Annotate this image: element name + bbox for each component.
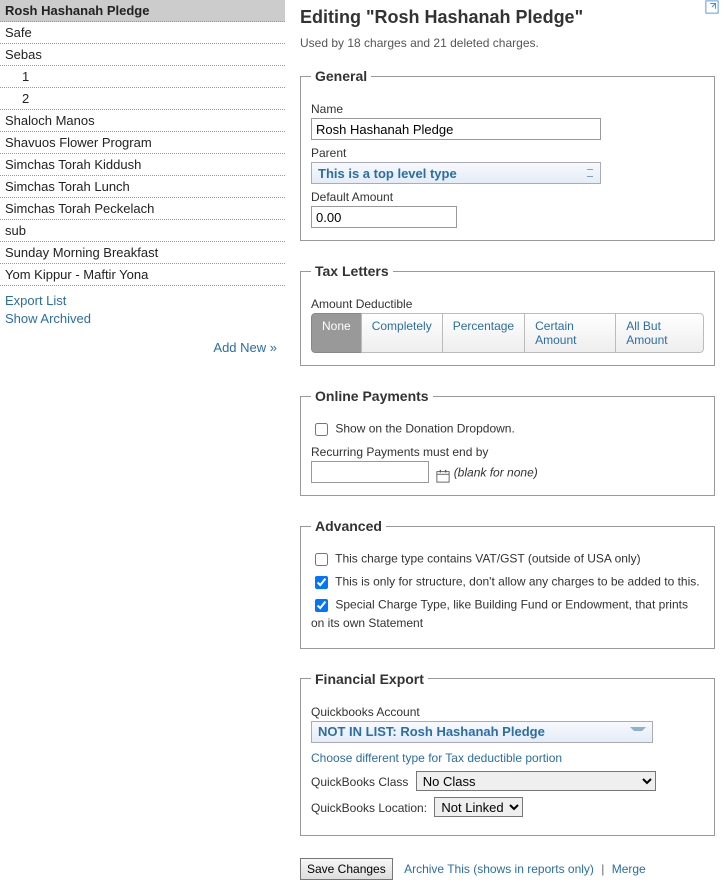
tax-letters-fieldset: Tax Letters Amount Deductible NoneComple…	[300, 263, 715, 366]
vat-label: This charge type contains VAT/GST (outsi…	[335, 552, 640, 566]
deductible-segmented: NoneCompletelyPercentageCertain AmountAl…	[311, 313, 704, 353]
qb-location-select[interactable]: Not Linked	[434, 797, 523, 817]
amount-deductible-label: Amount Deductible	[311, 297, 704, 311]
deductible-option[interactable]: None	[311, 313, 362, 353]
parent-select-value: This is a top level type	[318, 166, 457, 181]
sidebar: Rosh Hashanah PledgeSafeSebas12Shaloch M…	[0, 0, 285, 890]
export-list-link[interactable]: Export List	[5, 293, 66, 308]
name-input[interactable]	[311, 118, 601, 140]
vat-checkbox[interactable]	[315, 553, 328, 566]
recurring-end-label: Recurring Payments must end by	[311, 445, 704, 459]
structure-only-checkbox[interactable]	[315, 576, 328, 589]
sidebar-item[interactable]: sub	[0, 220, 285, 242]
choose-tax-type-link[interactable]: Choose different type for Tax deductible…	[311, 751, 704, 765]
show-archived-link[interactable]: Show Archived	[5, 311, 91, 326]
sidebar-item[interactable]: Simchas Torah Peckelach	[0, 198, 285, 220]
deductible-option[interactable]: All But Amount	[615, 313, 704, 353]
parent-select[interactable]: This is a top level type	[311, 162, 601, 184]
qb-class-label: QuickBooks Class	[311, 775, 408, 789]
sidebar-item[interactable]: Sebas	[0, 44, 285, 66]
default-amount-label: Default Amount	[311, 190, 704, 204]
usage-subtitle: Used by 18 charges and 21 deleted charge…	[300, 36, 715, 50]
online-payments-legend: Online Payments	[311, 388, 433, 404]
general-fieldset: General Name Parent This is a top level …	[300, 68, 715, 241]
deductible-option[interactable]: Percentage	[442, 313, 525, 353]
qb-class-select[interactable]: No Class	[416, 771, 656, 791]
sidebar-item[interactable]: Simchas Torah Kiddush	[0, 154, 285, 176]
advanced-legend: Advanced	[311, 518, 386, 534]
sidebar-item[interactable]: Rosh Hashanah Pledge	[0, 0, 285, 22]
page-title: Editing "Rosh Hashanah Pledge"	[300, 7, 715, 28]
sidebar-item[interactable]: Yom Kippur - Maftir Yona	[0, 264, 285, 286]
sidebar-item[interactable]: 2	[0, 88, 285, 110]
calendar-icon[interactable]	[436, 469, 450, 483]
add-new-link[interactable]: Add New »	[213, 340, 277, 355]
financial-export-legend: Financial Export	[311, 671, 428, 687]
sidebar-item[interactable]: Shaloch Manos	[0, 110, 285, 132]
online-payments-fieldset: Online Payments Show on the Donation Dro…	[300, 388, 715, 496]
action-bar: Save Changes Archive This (shows in repo…	[300, 858, 715, 880]
merge-link[interactable]: Merge	[612, 862, 646, 876]
show-donation-checkbox[interactable]	[315, 423, 328, 436]
sidebar-item[interactable]: Safe	[0, 22, 285, 44]
sidebar-item[interactable]: Sunday Morning Breakfast	[0, 242, 285, 264]
qb-account-label: Quickbooks Account	[311, 705, 704, 719]
blank-hint: (blank for none)	[454, 466, 538, 480]
deductible-option[interactable]: Completely	[361, 313, 443, 353]
archive-link[interactable]: Archive This (shows in reports only)	[404, 862, 594, 876]
show-donation-label: Show on the Donation Dropdown.	[335, 422, 514, 436]
name-label: Name	[311, 102, 704, 116]
save-button[interactable]: Save Changes	[300, 858, 393, 880]
advanced-fieldset: Advanced This charge type contains VAT/G…	[300, 518, 715, 649]
qb-account-select[interactable]: NOT IN LIST: Rosh Hashanah Pledge	[311, 721, 653, 743]
separator: |	[601, 862, 607, 876]
parent-label: Parent	[311, 146, 704, 160]
sidebar-item[interactable]: 1	[0, 66, 285, 88]
expand-icon[interactable]	[705, 0, 719, 14]
qb-location-label: QuickBooks Location:	[311, 801, 427, 815]
sidebar-item[interactable]: Shavuos Flower Program	[0, 132, 285, 154]
sidebar-item[interactable]: Simchas Torah Lunch	[0, 176, 285, 198]
qb-account-value: NOT IN LIST: Rosh Hashanah Pledge	[318, 724, 545, 739]
main-panel: Editing "Rosh Hashanah Pledge" Used by 1…	[285, 0, 725, 890]
deductible-option[interactable]: Certain Amount	[524, 313, 616, 353]
default-amount-input[interactable]	[311, 206, 457, 228]
general-legend: General	[311, 68, 371, 84]
special-charge-label: Special Charge Type, like Building Fund …	[311, 598, 688, 630]
tax-letters-legend: Tax Letters	[311, 263, 393, 279]
recurring-end-input[interactable]	[311, 461, 429, 483]
special-charge-checkbox[interactable]	[315, 599, 328, 612]
financial-export-fieldset: Financial Export Quickbooks Account NOT …	[300, 671, 715, 836]
structure-only-label: This is only for structure, don't allow …	[335, 575, 699, 589]
